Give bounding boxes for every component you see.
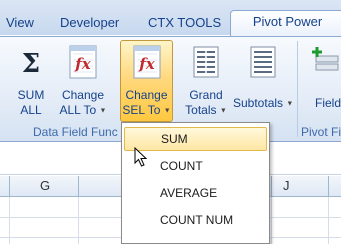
tab-developer[interactable]: Developer xyxy=(60,14,119,35)
grand-totals-label-2: Totals ▼ xyxy=(185,103,227,117)
column-separator xyxy=(78,176,79,197)
chevron-down-icon: ▼ xyxy=(99,107,107,115)
change-sel-to-button[interactable]: fx Change SEL To ▼ xyxy=(120,44,173,124)
tab-ctx-tools[interactable]: CTX TOOLS xyxy=(148,14,221,35)
field-label: Field xyxy=(315,96,341,110)
chevron-down-icon: ▼ xyxy=(219,107,227,115)
tab-pivot-power[interactable]: Pivot Power xyxy=(230,10,341,37)
grid-line xyxy=(328,197,329,244)
subtotals-label: Subtotals ▼ xyxy=(233,96,294,110)
change-sel-dropdown-menu: SUM COUNT AVERAGE COUNT NUM xyxy=(121,122,270,244)
group-divider xyxy=(297,41,298,137)
column-separator xyxy=(271,176,272,197)
svg-text:Σ: Σ xyxy=(22,49,40,79)
grid-line xyxy=(9,197,10,244)
subtotals-icon xyxy=(250,46,276,78)
tab-view[interactable]: View xyxy=(6,14,34,35)
grand-totals-icon xyxy=(193,46,219,78)
mouse-pointer-icon xyxy=(134,147,148,167)
group-label-pivot-field: Pivot Fi xyxy=(301,125,341,139)
grand-totals-label-1: Grand xyxy=(189,88,223,102)
column-header-g[interactable]: G xyxy=(40,178,50,193)
ribbon-tab-bar: View Developer CTX TOOLS Pivot Power xyxy=(0,0,341,37)
menu-item-average[interactable]: AVERAGE xyxy=(124,182,267,206)
svg-text:fx: fx xyxy=(74,55,91,73)
grid-line xyxy=(78,197,79,244)
column-header-j[interactable]: J xyxy=(283,178,290,193)
sum-all-label-2: ALL xyxy=(20,103,42,117)
excel-window: View Developer CTX TOOLS Pivot Power Σ S… xyxy=(0,0,341,244)
function-fx-icon: fx xyxy=(69,45,97,79)
column-separator xyxy=(9,176,10,197)
grand-totals-button[interactable]: Grand Totals ▼ xyxy=(182,44,230,124)
change-all-label-1: Change xyxy=(61,88,105,102)
svg-text:fx: fx xyxy=(138,55,155,73)
function-fx-icon: fx xyxy=(133,45,160,79)
change-sel-label-2: SEL To ▼ xyxy=(122,103,171,117)
sum-all-label-1: SUM xyxy=(17,88,45,102)
group-label-data-field: Data Field Func xyxy=(33,125,118,139)
change-all-label-2: ALL To ▼ xyxy=(59,103,107,117)
column-separator xyxy=(328,176,329,197)
sigma-icon: Σ xyxy=(22,49,40,79)
grid-line xyxy=(271,197,272,244)
menu-item-count-num[interactable]: COUNT NUM xyxy=(124,209,267,233)
chevron-down-icon: ▼ xyxy=(286,100,294,108)
add-field-icon xyxy=(312,47,339,71)
change-all-to-button[interactable]: fx Change ALL To ▼ xyxy=(57,44,109,124)
subtotals-button[interactable]: Subtotals ▼ xyxy=(233,44,293,124)
change-sel-label-1: Change xyxy=(125,88,168,102)
chevron-down-icon: ▼ xyxy=(163,107,171,115)
field-button[interactable]: Field xyxy=(303,44,341,124)
sum-all-button[interactable]: Σ SUM ALL xyxy=(10,44,52,124)
